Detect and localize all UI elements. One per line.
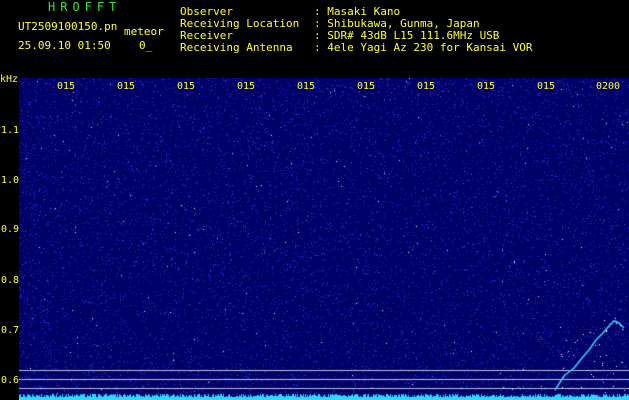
time-tick: 015 xyxy=(237,81,256,92)
time-tick: 015 xyxy=(477,81,496,92)
time-tick: 015 xyxy=(177,81,196,92)
datetime-label: 25.09.10 01:50 xyxy=(18,39,111,52)
time-tick: 015 xyxy=(297,81,316,92)
y-tick-0-7: 0.7 xyxy=(1,325,20,336)
time-tick: 015 xyxy=(417,81,436,92)
time-tick: 015 xyxy=(357,81,376,92)
filename-label: UT2509100150.pn xyxy=(18,20,118,33)
y-tick-0-8: 0.8 xyxy=(1,275,20,286)
spectrogram-canvas xyxy=(19,78,629,400)
y-tick-1-1: 1.1 xyxy=(1,125,20,136)
mode-label: meteor xyxy=(124,25,164,38)
y-tick-0-9: 0.9 xyxy=(1,224,20,235)
info-label-antenna: Receiving Antenna xyxy=(180,41,293,54)
y-tick-0-6: 0.6 xyxy=(1,375,20,386)
time-tick: 015 xyxy=(117,81,136,92)
y-tick-1-0: 1.0 xyxy=(1,175,20,186)
time-tick: 015 xyxy=(537,81,556,92)
app-title: HROFFT xyxy=(48,0,122,14)
time-tick: 0200 xyxy=(596,81,621,92)
time-tick: 015 xyxy=(57,81,76,92)
status-label: 0_ xyxy=(139,39,153,52)
info-value-antenna: : 4ele Yagi Az 230 for Kansai VOR xyxy=(314,41,533,54)
unit-label: kHz xyxy=(0,74,19,85)
header-area: HROFFT UT2509100150.pn meteor 25.09.10 0… xyxy=(0,0,629,85)
